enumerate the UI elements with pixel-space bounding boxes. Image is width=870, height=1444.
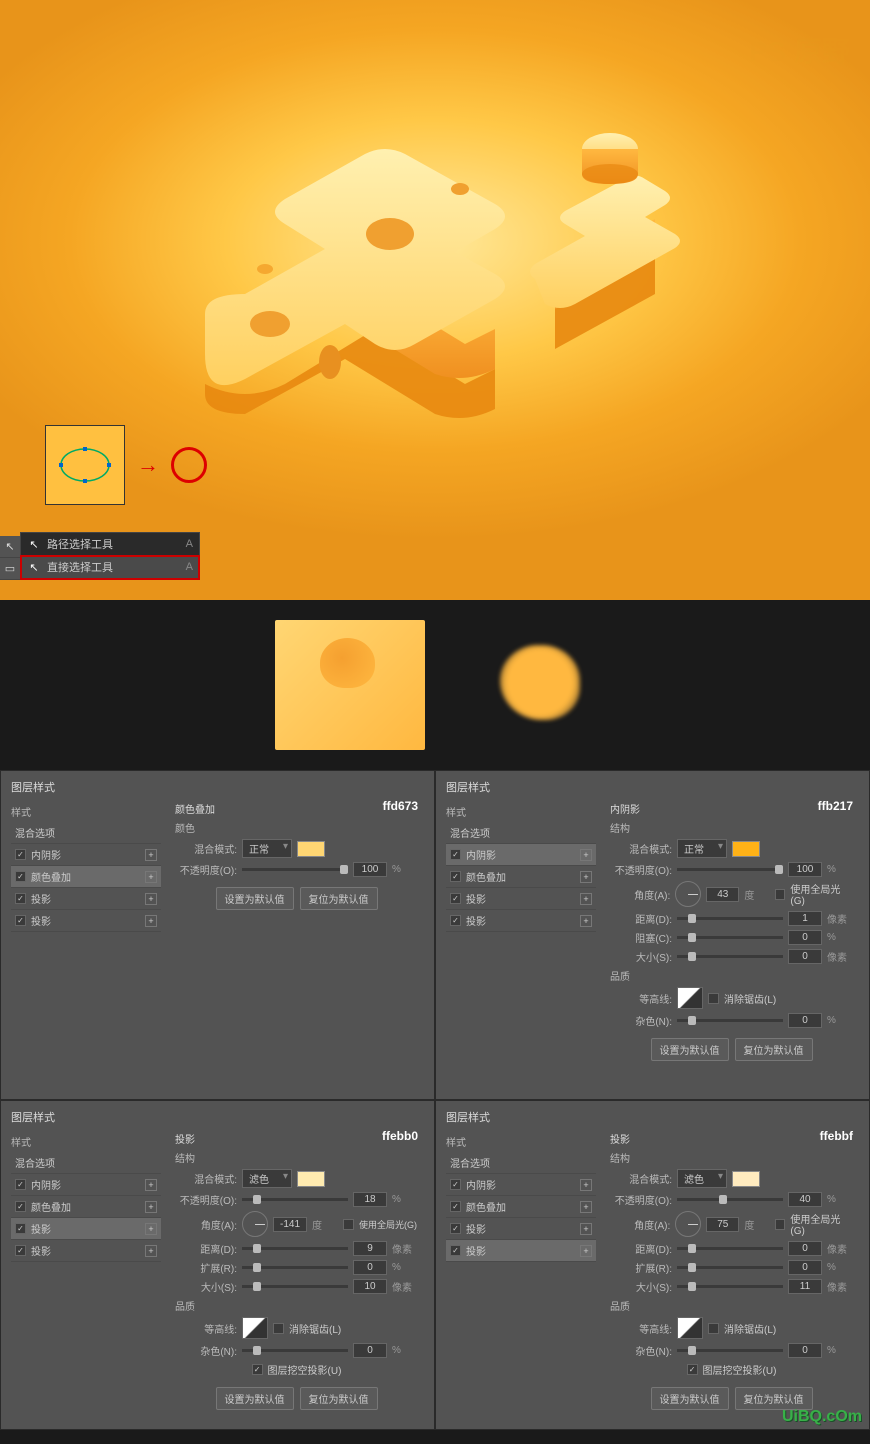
panel-drop-shadow-2: 图层样式 样式 混合选项 内阴影+ 颜色叠加+ 投影+ 投影+ 投影ffebbf… [435, 1100, 870, 1430]
blend-options[interactable]: 混合选项 [11, 822, 161, 844]
fx-color-overlay[interactable]: 颜色叠加+ [11, 866, 161, 888]
color-swatch[interactable] [297, 841, 325, 857]
angle-dial[interactable] [675, 881, 701, 907]
watermark-top: PS 原野 [749, 30, 850, 70]
tool-flyout: ↖ 路径选择工具 A ↖ 直接选择工具 A [20, 532, 200, 580]
rect-icon[interactable]: ▭ [0, 558, 20, 580]
sample-cutout [275, 620, 425, 750]
panel-title: 图层样式 [11, 779, 424, 795]
hex-value: ffd673 [383, 799, 418, 813]
arrow-icon: → [137, 452, 159, 478]
fx-inner-shadow[interactable]: 内阴影+ [446, 844, 596, 866]
path-selection-tool[interactable]: ↖ 路径选择工具 A [21, 533, 199, 556]
direct-selection-tool[interactable]: ↖ 直接选择工具 A [21, 556, 199, 579]
settings-color-overlay: 颜色叠加ffd673 颜色 混合模式:正常 不透明度(O):100% 设置为默认… [169, 801, 424, 932]
sample-blob [485, 620, 595, 750]
hero-preview: PS 原野 → ↖ ▭ ↖ 路径选择工具 [0, 0, 870, 600]
watermark-bottom: UiBQ.cOm [782, 1408, 862, 1426]
fx-drop-shadow[interactable]: 投影+ [11, 888, 161, 910]
fx-drop-shadow[interactable]: 投影+ [11, 1218, 161, 1240]
fx-drop-shadow-2[interactable]: 投影+ [446, 910, 596, 932]
cheese-text-3d [155, 124, 715, 444]
opacity-slider[interactable] [242, 868, 348, 871]
reset-default-button[interactable]: 复位为默认值 [300, 887, 378, 910]
ellipse-thumbnail [45, 425, 125, 505]
effects-list: 样式 混合选项 内阴影+ 颜色叠加+ 投影+ 投影+ [11, 801, 161, 932]
panel-drop-shadow-1: 图层样式 样式 混合选项 内阴影+ 颜色叠加+ 投影+ 投影+ 投影ffebb0… [0, 1100, 435, 1430]
cursor-white-icon: ↖ [27, 560, 41, 574]
result-circle [171, 447, 207, 483]
panel-color-overlay: 图层样式 样式 混合选项 内阴影+ 颜色叠加+ 投影+ 投影+ 颜色叠加ffd6… [0, 770, 435, 1100]
blend-mode-dd[interactable]: 正常 [242, 839, 292, 858]
pointer-icon[interactable]: ↖ [0, 536, 20, 558]
cursor-black-icon: ↖ [27, 537, 41, 551]
panel-inner-shadow: 图层样式 样式 混合选项 内阴影+ 颜色叠加+ 投影+ 投影+ 内阴影ffb21… [435, 770, 870, 1100]
fx-inner-shadow[interactable]: 内阴影+ [11, 844, 161, 866]
fx-drop-shadow[interactable]: 投影+ [446, 888, 596, 910]
path-tool-hint: → [45, 425, 207, 505]
set-default-button[interactable]: 设置为默认值 [216, 887, 294, 910]
fx-drop-shadow-2[interactable]: 投影+ [446, 1240, 596, 1262]
contour-picker[interactable] [677, 987, 703, 1009]
fx-color-overlay[interactable]: 颜色叠加+ [446, 866, 596, 888]
sample-strip [0, 600, 870, 770]
toolbar: ↖ ▭ [0, 536, 20, 580]
fx-drop-shadow-2[interactable]: 投影+ [11, 910, 161, 932]
